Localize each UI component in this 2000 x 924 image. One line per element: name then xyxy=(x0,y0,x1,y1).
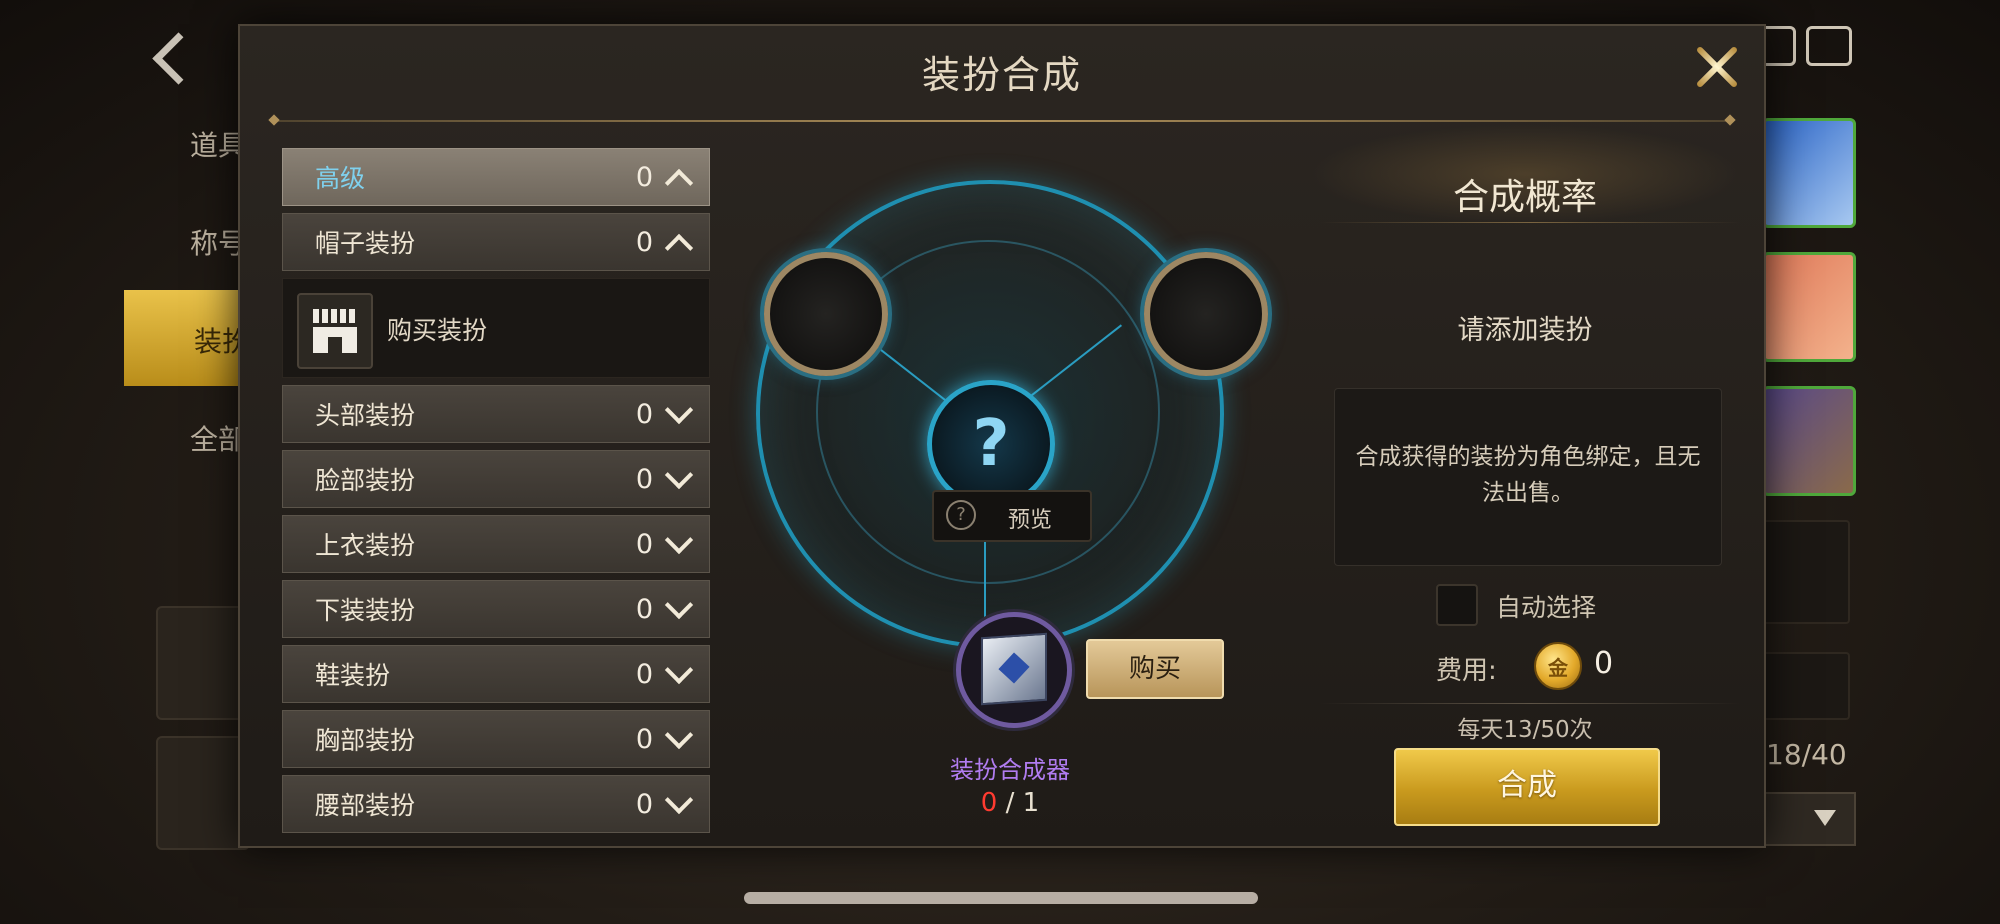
synthesis-circle: ? xyxy=(718,170,1268,690)
category-count: 0 xyxy=(635,528,653,560)
fee-label: 费用: xyxy=(1436,656,1497,686)
question-mark-icon: ? xyxy=(972,407,1010,481)
synthesizer-cube-icon xyxy=(981,632,1047,706)
category-advanced[interactable]: 高级 0 xyxy=(282,148,710,206)
binding-note-box: 合成获得的装扮为角色绑定，且无法出售。 xyxy=(1334,388,1722,566)
shop-door xyxy=(328,337,342,353)
category-label: 胸部装扮 xyxy=(315,726,416,755)
category-label: 脸部装扮 xyxy=(315,466,416,495)
synthesizer-name: 装扮合成器 xyxy=(950,756,1070,784)
binding-note-text: 合成获得的装扮为角色绑定，且无法出售。 xyxy=(1355,444,1701,506)
synthesis-probability-title: 合成概率 xyxy=(1452,177,1597,218)
modal-title: 装扮合成 xyxy=(921,53,1082,97)
category-list: 高级 0 帽子装扮 0 购买装扮 头部装扮 0 脸部装扮 0 上衣装扮 0 下装… xyxy=(282,148,710,840)
home-indicator[interactable] xyxy=(744,892,1258,904)
fee-divider xyxy=(1320,703,1740,704)
bg-side-item-costume-active[interactable]: 装扮 xyxy=(124,290,254,386)
category-count: 0 xyxy=(635,723,653,755)
category-face[interactable]: 脸部装扮 0 xyxy=(282,450,710,508)
category-count: 0 xyxy=(635,593,653,625)
category-hat[interactable]: 帽子装扮 0 xyxy=(282,213,710,271)
synthesizer-count-current: 0 xyxy=(980,788,998,818)
shop-awning xyxy=(313,309,357,323)
chevron-down-icon xyxy=(664,460,694,490)
category-count: 0 xyxy=(635,226,653,258)
category-count: 0 xyxy=(635,658,653,690)
coin-glyph: 金 xyxy=(1548,656,1568,680)
category-top[interactable]: 上衣装扮 0 xyxy=(282,515,710,573)
chevron-down-icon xyxy=(664,655,694,685)
daily-limit-text: 每天13/50次 xyxy=(1457,717,1593,743)
category-head[interactable]: 头部装扮 0 xyxy=(282,385,710,443)
chevron-up-icon xyxy=(664,233,694,263)
bg-item-count: 18/40 xyxy=(1766,738,1847,771)
bg-item-thumb-face[interactable] xyxy=(1762,252,1856,362)
category-label: 上衣装扮 xyxy=(315,531,416,560)
chevron-down-icon xyxy=(664,395,694,425)
gold-coin-icon: 金 xyxy=(1534,642,1582,690)
category-label: 下装装扮 xyxy=(315,596,416,625)
category-label: 高级 xyxy=(315,164,366,193)
material-slot-right[interactable] xyxy=(1144,252,1268,376)
bg-empty-slot[interactable] xyxy=(1762,520,1850,624)
bg-item-thumb-helmet[interactable] xyxy=(1762,118,1856,228)
chevron-down-icon xyxy=(664,525,694,555)
category-shoes[interactable]: 鞋装扮 0 xyxy=(282,645,710,703)
category-count: 0 xyxy=(635,161,653,193)
category-count: 0 xyxy=(635,463,653,495)
bg-sort-dropdown[interactable] xyxy=(1764,792,1856,846)
bg-left-card[interactable] xyxy=(156,736,250,850)
back-button[interactable] xyxy=(150,30,220,90)
category-count: 0 xyxy=(635,788,653,820)
result-preview-orb[interactable]: ? xyxy=(927,380,1055,508)
category-label: 头部装扮 xyxy=(315,401,416,430)
fee-value: 0 xyxy=(1594,646,1614,681)
category-bottom[interactable]: 下装装扮 0 xyxy=(282,580,710,638)
chevron-down-icon xyxy=(664,720,694,750)
synthesizer-count-total: / 1 xyxy=(997,788,1040,818)
synthesizer-item-slot[interactable] xyxy=(956,612,1072,728)
chevron-up-icon xyxy=(664,168,694,198)
hat-subpanel: 购买装扮 xyxy=(282,278,710,378)
preview-label: 预览 xyxy=(1008,508,1053,533)
material-slot-left[interactable] xyxy=(764,252,888,376)
shop-icon[interactable] xyxy=(297,293,373,369)
bg-empty-slot[interactable] xyxy=(1762,652,1850,720)
close-button[interactable] xyxy=(1686,36,1748,98)
title-divider xyxy=(274,120,1730,122)
category-label: 腰部装扮 xyxy=(315,791,416,820)
category-label: 鞋装扮 xyxy=(315,661,391,690)
buy-synthesizer-button[interactable]: 购买 xyxy=(1086,639,1224,699)
auto-select-label[interactable]: 自动选择 xyxy=(1496,588,1596,624)
category-label: 帽子装扮 xyxy=(315,229,416,258)
synthesizer-count: 0 / 1 xyxy=(900,788,1120,818)
preview-button[interactable]: ? 预览 xyxy=(932,490,1092,542)
chevron-down-icon xyxy=(664,785,694,815)
auto-select-checkbox[interactable] xyxy=(1436,584,1478,626)
dropdown-triangle-icon xyxy=(1814,810,1836,826)
bg-left-card[interactable] xyxy=(156,606,250,720)
category-chest[interactable]: 胸部装扮 0 xyxy=(282,710,710,768)
add-costume-hint: 请添加装扮 xyxy=(1457,315,1593,346)
chat-icon[interactable] xyxy=(1806,26,1852,66)
synthesize-button[interactable]: 合成 xyxy=(1394,748,1660,826)
right-panel-divider xyxy=(1320,222,1740,223)
bg-item-thumb-belt[interactable] xyxy=(1762,386,1856,496)
chevron-down-icon xyxy=(664,590,694,620)
back-arrow-icon xyxy=(152,32,205,85)
category-count: 0 xyxy=(635,398,653,430)
buy-costume-link[interactable]: 购买装扮 xyxy=(387,311,487,347)
preview-magnifier-icon: ? xyxy=(946,500,976,530)
category-waist[interactable]: 腰部装扮 0 xyxy=(282,775,710,833)
